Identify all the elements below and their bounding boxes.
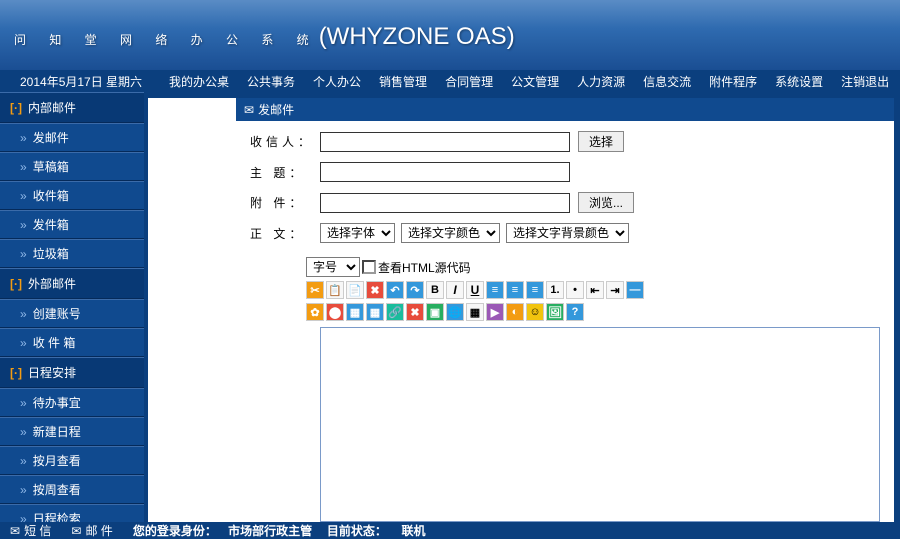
sidebar-section-external-mail[interactable]: [·]外部邮件 xyxy=(0,268,144,299)
app-title: 问 知 堂 网 络 办 公 系 统(WHYZONE OAS) xyxy=(14,18,515,52)
italic-icon[interactable]: I xyxy=(446,281,464,299)
view-html-label: 查看HTML源代码 xyxy=(378,259,471,276)
tool3-icon[interactable]: ▦ xyxy=(346,303,364,321)
list-ul-icon[interactable]: • xyxy=(566,281,584,299)
media-icon[interactable]: ▶ xyxy=(486,303,504,321)
mail-icon: ✉ xyxy=(244,103,254,117)
sidebar-item-ext-inbox[interactable]: 收 件 箱 xyxy=(0,328,144,357)
bold-icon[interactable]: B xyxy=(426,281,444,299)
folder-icon: [·] xyxy=(10,101,22,115)
body-label: 正 文： xyxy=(250,225,320,242)
footer-sms[interactable]: ✉短 信 xyxy=(10,522,51,539)
hr-icon[interactable]: — xyxy=(626,281,644,299)
nav-personal[interactable]: 个人办公 xyxy=(304,73,370,90)
nav-contract[interactable]: 合同管理 xyxy=(436,73,502,90)
link-icon[interactable]: 🔗 xyxy=(386,303,404,321)
sidebar-item-new-schedule[interactable]: 新建日程 xyxy=(0,417,144,446)
footer-mail[interactable]: ✉邮 件 xyxy=(71,522,112,539)
unlink-icon[interactable]: ✖ xyxy=(406,303,424,321)
nav-logout[interactable]: 注销退出 xyxy=(832,73,898,90)
nav-hr[interactable]: 人力资源 xyxy=(568,73,634,90)
status-bar: ✉短 信 ✉邮 件 您的登录身份： 市场部行政主管 目前状态： 联机 xyxy=(0,522,900,539)
sidebar-item-drafts[interactable]: 草稿箱 xyxy=(0,152,144,181)
current-date: 2014年5月17日 星期六 xyxy=(0,73,160,90)
mail-icon: ✉ xyxy=(71,524,81,538)
list-ol-icon[interactable]: 1. xyxy=(546,281,564,299)
folder-icon: [·] xyxy=(10,277,22,291)
body-textarea[interactable] xyxy=(320,327,880,522)
underline-icon[interactable]: U xyxy=(466,281,484,299)
sidebar-item-compose[interactable]: 发邮件 xyxy=(0,123,144,152)
nav-desktop[interactable]: 我的办公桌 xyxy=(160,73,238,90)
sidebar-item-todo[interactable]: 待办事宜 xyxy=(0,388,144,417)
sidebar-item-sent[interactable]: 发件箱 xyxy=(0,210,144,239)
attach-input[interactable] xyxy=(320,193,570,213)
calendar-icon: [·] xyxy=(10,366,22,380)
outdent-icon[interactable]: ⇤ xyxy=(586,281,604,299)
emoji-icon[interactable]: ☺ xyxy=(526,303,544,321)
tool4-icon[interactable]: ▦ xyxy=(366,303,384,321)
editor-toolbar-row1: 字号 查看HTML源代码 xyxy=(236,257,894,277)
clock-icon[interactable]: ◐ xyxy=(506,303,524,321)
help-icon[interactable]: ? xyxy=(566,303,584,321)
nav-attach[interactable]: 附件程序 xyxy=(700,73,766,90)
nav-public[interactable]: 公共事务 xyxy=(238,73,304,90)
tool1-icon[interactable]: ✿ xyxy=(306,303,324,321)
sidebar-item-inbox[interactable]: 收件箱 xyxy=(0,181,144,210)
sidebar-section-schedule[interactable]: [·]日程安排 xyxy=(0,357,144,388)
editor-toolbar-row2: ✂ 📋 📄 ✖ ↶ ↷ B I U ≡ ≡ ≡ 1. • ⇤ ⇥ — xyxy=(236,281,894,299)
font-color-select[interactable]: 选择文字颜色 xyxy=(401,223,500,243)
recipient-input[interactable] xyxy=(320,132,570,152)
delete-icon[interactable]: ✖ xyxy=(366,281,384,299)
align-center-icon[interactable]: ≡ xyxy=(506,281,524,299)
image-icon[interactable]: ▣ xyxy=(426,303,444,321)
globe-icon[interactable]: 🌐 xyxy=(446,303,464,321)
picture-icon[interactable]: 🖼 xyxy=(546,303,564,321)
sidebar-item-schedule-search[interactable]: 日程检索 xyxy=(0,504,144,522)
paste-icon[interactable]: 📄 xyxy=(346,281,364,299)
sidebar-item-month-view[interactable]: 按月查看 xyxy=(0,446,144,475)
subject-label: 主 题： xyxy=(250,164,320,181)
browse-button[interactable]: 浏览... xyxy=(578,192,634,213)
recipient-label: 收信人： xyxy=(250,133,320,150)
sidebar-item-week-view[interactable]: 按周查看 xyxy=(0,475,144,504)
align-right-icon[interactable]: ≡ xyxy=(526,281,544,299)
nav-sales[interactable]: 销售管理 xyxy=(370,73,436,90)
app-header: 问 知 堂 网 络 办 公 系 统(WHYZONE OAS) xyxy=(0,0,900,70)
undo-icon[interactable]: ↶ xyxy=(386,281,404,299)
font-size-select[interactable]: 字号 xyxy=(306,257,360,277)
editor-toolbar-row3: ✿ ⬤ ▦ ▦ 🔗 ✖ ▣ 🌐 ▦ ▶ ◐ ☺ 🖼 ? xyxy=(236,303,894,321)
view-html-checkbox[interactable] xyxy=(362,260,376,274)
tool2-icon[interactable]: ⬤ xyxy=(326,303,344,321)
top-nav: 我的办公桌 公共事务 个人办公 销售管理 合同管理 公文管理 人力资源 信息交流… xyxy=(160,73,900,90)
align-left-icon[interactable]: ≡ xyxy=(486,281,504,299)
bg-color-select[interactable]: 选择文字背景颜色 xyxy=(506,223,629,243)
content-gutter xyxy=(148,98,236,522)
select-recipient-button[interactable]: 选择 xyxy=(578,131,624,152)
font-family-select[interactable]: 选择字体 xyxy=(320,223,395,243)
main: [·]内部邮件 发邮件 草稿箱 收件箱 发件箱 垃圾箱 [·]外部邮件 创建账号… xyxy=(0,92,900,522)
panel-title: ✉ 发邮件 xyxy=(236,98,894,121)
nav-docs[interactable]: 公文管理 xyxy=(502,73,568,90)
subject-input[interactable] xyxy=(320,162,570,182)
nav-settings[interactable]: 系统设置 xyxy=(766,73,832,90)
redo-icon[interactable]: ↷ xyxy=(406,281,424,299)
sidebar-item-trash[interactable]: 垃圾箱 xyxy=(0,239,144,268)
sidebar-item-create-account[interactable]: 创建账号 xyxy=(0,299,144,328)
nav-info[interactable]: 信息交流 xyxy=(634,73,700,90)
attach-label: 附 件： xyxy=(250,194,320,211)
editor-selects: 选择字体 选择文字颜色 选择文字背景颜色 xyxy=(320,223,629,243)
compose-form: 收信人： 选择 主 题： 附 件： 浏览... 正 文： 选择字体 选择文字颜色… xyxy=(236,121,894,263)
table-icon[interactable]: ▦ xyxy=(466,303,484,321)
sidebar: [·]内部邮件 发邮件 草稿箱 收件箱 发件箱 垃圾箱 [·]外部邮件 创建账号… xyxy=(0,92,148,522)
cut-icon[interactable]: ✂ xyxy=(306,281,324,299)
sms-icon: ✉ xyxy=(10,524,20,538)
sidebar-section-internal-mail[interactable]: [·]内部邮件 xyxy=(0,92,144,123)
footer-identity: 您的登录身份： 市场部行政主管 目前状态： 联机 xyxy=(133,522,426,539)
content-panel: ✉ 发邮件 收信人： 选择 主 题： 附 件： 浏览... 正 文： 选择字体 xyxy=(236,98,894,522)
copy-icon[interactable]: 📋 xyxy=(326,281,344,299)
top-bar: 2014年5月17日 星期六 我的办公桌 公共事务 个人办公 销售管理 合同管理… xyxy=(0,70,900,92)
indent-icon[interactable]: ⇥ xyxy=(606,281,624,299)
